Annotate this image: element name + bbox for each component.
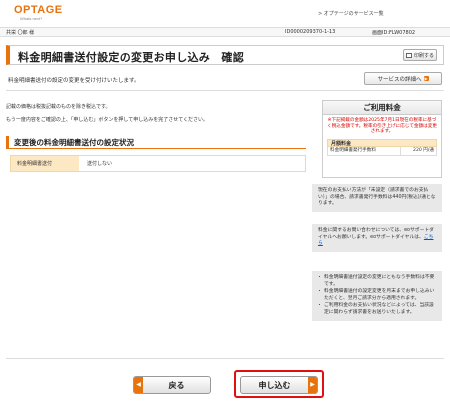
bottom-divider (6, 358, 444, 359)
support-info-box: 料金に関するお問い合わせについては、eoサポートダイヤルへお願いします。eoサポ… (312, 224, 442, 252)
info-bar: 共栄 〇郎 様 ID0000209370-1-13 画面ID:FLW07802 (0, 27, 450, 37)
confirm-note: もう一度内容をご確認の上、「申し込む」ボタンを押して申し込みを完了させてください… (6, 117, 209, 123)
setting-table: 料金明細書送付 送付しない (10, 155, 306, 172)
arrow-right-icon: ▶ (423, 76, 429, 81)
logo-text: OPTAGE (14, 4, 63, 16)
list-item: 料金明細書送付設定の変更にともなう手数料は不要です。 (317, 275, 436, 288)
back-button[interactable]: ◀ 戻る (133, 376, 211, 394)
fee-item-label: 料金明細書発行手数料 (330, 147, 376, 153)
fee-item-amount: 220 円/通 (400, 146, 436, 155)
print-label: 印刷する (413, 52, 434, 59)
section-title: 変更後の料金明細書送付の設定状況 (14, 138, 134, 147)
fee-row: 料金明細書発行手数料 220 円/通 (327, 146, 437, 156)
user-name: 共栄 〇郎 様 (6, 30, 35, 36)
section-header: 変更後の料金明細書送付の設定状況 (6, 136, 306, 149)
setting-row-label: 料金明細書送付 (11, 156, 79, 171)
list-item: ご利用料金のお支払い状況などによっては、当該設定に関わらず請求書をお送りいたしま… (317, 303, 436, 316)
page-title-bar: 料金明細書送付設定の変更お申し込み 確認 印刷する (6, 45, 444, 65)
monthly-fee-header: 月額料金 (327, 138, 437, 147)
fee-tax-notice: ※下記掲載の金額は2025年7月1日現在の税率に基づく税込金額です。税率の引き上… (327, 118, 437, 135)
accepted-message: 料金明細書送付の設定の変更を受け付けいたします。 (8, 78, 140, 84)
invoice-fee-info: 現在のお支払い方法が「未設定（請求書でのお支払い）」の場合、請求書発行手数料は4… (318, 188, 436, 206)
notes-info-box: 料金明細書送付設定の変更にともなう手数料は不要です。 料金明細書送付の設定変更を… (312, 271, 442, 321)
arrow-left-icon: ◀ (134, 377, 143, 393)
list-item: 料金明細書送付の設定変更を月末までお申し込みいただくと、翌月ご請求分から適用され… (317, 289, 436, 302)
fee-box: ご利用料金 ※下記掲載の金額は2025年7月1日現在の税率に基づく税込金額です。… (322, 100, 442, 178)
optage-logo[interactable]: OPTAGE Whats next? (14, 4, 63, 21)
setting-row-value: 送付しない (87, 161, 113, 167)
divider (6, 90, 444, 91)
submit-label: 申し込む (258, 380, 291, 390)
service-detail-button[interactable]: サービスの詳細へ ▶ (364, 72, 442, 85)
arrow-right-icon: ▶ (308, 377, 317, 393)
service-detail-label: サービスの詳細へ (377, 76, 422, 83)
support-info-text: 料金に関するお問い合わせについては、eoサポートダイヤルへお願いします。eoサポ… (318, 228, 434, 240)
customer-id: ID0000209370-1-13 (285, 29, 336, 35)
tax-note: 記載の価格は税抜記載のものを除き税込です。 (6, 104, 111, 110)
page-title: 料金明細書送付設定の変更お申し込み 確認 (18, 51, 244, 64)
back-label: 戻る (168, 380, 185, 390)
logo-tagline: Whats next? (20, 16, 43, 21)
submit-button[interactable]: 申し込む ▶ (240, 376, 318, 394)
fee-box-title: ご利用料金 (323, 101, 441, 115)
header: OPTAGE Whats next? > オプテージのサービス一覧 (0, 0, 450, 26)
invoice-fee-info-box: 現在のお支払い方法が「未設定（請求書でのお支払い）」の場合、請求書発行手数料は4… (312, 184, 442, 212)
screen-id: 画面ID:FLW07802 (372, 30, 416, 36)
print-button[interactable]: 印刷する (403, 49, 437, 61)
services-list-link[interactable]: > オプテージのサービス一覧 (318, 10, 384, 17)
printer-icon (405, 52, 412, 58)
